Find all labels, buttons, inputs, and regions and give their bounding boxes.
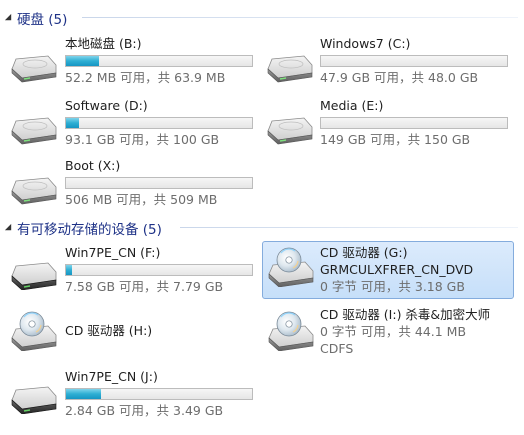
drive-space: 0 字节 可用，共 44.1 MB [320,324,467,339]
usage-bar-fill [66,265,72,275]
group-divider [82,17,518,18]
drive-space: 52.2 MB 可用，共 63.9 MB [65,70,226,85]
volume-label: GRMCULXFRER_CN_DVD [320,262,474,277]
drive-item-f[interactable]: Win7PE_CN (F:) 7.58 GB 可用，共 7.79 GB [6,241,253,297]
filesystem-label: CDFS [320,341,354,356]
drive-item-h[interactable]: CD 驱动器 (H:) [6,304,252,360]
drive-item-j[interactable]: Win7PE_CN (J:) 2.84 GB 可用，共 3.49 GB [6,365,253,421]
drive-item-d[interactable]: Software (D:) 93.1 GB 可用，共 100 GB [6,94,253,150]
group-title: 有可移动存储的设备 (5) [17,222,162,238]
drive-name: Windows7 (C:) [320,36,411,51]
drive-name: 本地磁盘 (B:) [65,36,142,51]
usage-bar [320,55,508,67]
drive-item-x[interactable]: Boot (X:) 506 MB 可用，共 509 MB [6,154,253,210]
removable-drive-icon [10,384,58,414]
drive-name: CD 驱动器 (H:) [65,323,153,338]
hard-drive-icon [10,115,58,145]
drive-space: 149 GB 可用，共 150 GB [320,132,471,147]
cd-drive-icon [267,311,315,351]
group-title: 硬盘 (5) [17,12,68,28]
drive-space: 47.9 GB 可用，共 48.0 GB [320,70,479,85]
drive-name: CD 驱动器 (G:) [320,245,408,260]
usage-bar [65,117,253,129]
drive-name: Media (E:) [320,98,384,113]
usage-bar-fill [66,118,80,128]
usage-bar [65,55,253,67]
drive-space: 506 MB 可用，共 509 MB [65,192,218,207]
drive-space: 0 字节 可用，共 3.18 GB [320,279,465,294]
usage-bar-fill [66,56,100,66]
drive-space: 2.84 GB 可用，共 3.49 GB [65,403,224,418]
usage-bar [65,388,253,400]
collapse-triangle-icon[interactable] [4,13,13,22]
usage-bar [320,117,508,129]
usage-bar [65,264,253,276]
drive-item-g[interactable]: CD 驱动器 (G:) GRMCULXFRER_CN_DVD 0 字节 可用，共… [262,241,514,299]
usage-bar-fill [66,389,102,399]
hard-drive-icon [266,115,314,145]
drive-item-c[interactable]: Windows7 (C:) 47.9 GB 可用，共 48.0 GB [262,32,514,88]
drive-name: Software (D:) [65,98,148,113]
drive-name: Boot (X:) [65,158,121,173]
group-divider [180,227,518,228]
hard-drive-icon [266,53,314,83]
cd-drive-icon [10,311,58,351]
drive-item-i[interactable]: CD 驱动器 (I:) 杀毒&加密大师 0 字节 可用，共 44.1 MB CD… [262,304,514,360]
drive-name: Win7PE_CN (J:) [65,369,158,384]
drive-space: 93.1 GB 可用，共 100 GB [65,132,220,147]
cd-drive-icon [267,247,315,287]
drive-item-e[interactable]: Media (E:) 149 GB 可用，共 150 GB [262,94,514,150]
drive-name: CD 驱动器 (I:) 杀毒&加密大师 [320,307,491,322]
usage-bar [65,177,253,189]
hard-drive-icon [10,53,58,83]
drive-name: Win7PE_CN (F:) [65,245,161,260]
group-header-hard-drives[interactable]: 硬盘 (5) [0,6,524,28]
group-header-removable[interactable]: 有可移动存储的设备 (5) [0,216,524,238]
drive-item-b[interactable]: 本地磁盘 (B:) 52.2 MB 可用，共 63.9 MB [6,32,253,88]
hard-drive-icon [10,175,58,205]
drive-space: 7.58 GB 可用，共 7.79 GB [65,279,224,294]
removable-drive-icon [10,260,58,290]
collapse-triangle-icon[interactable] [4,223,13,232]
